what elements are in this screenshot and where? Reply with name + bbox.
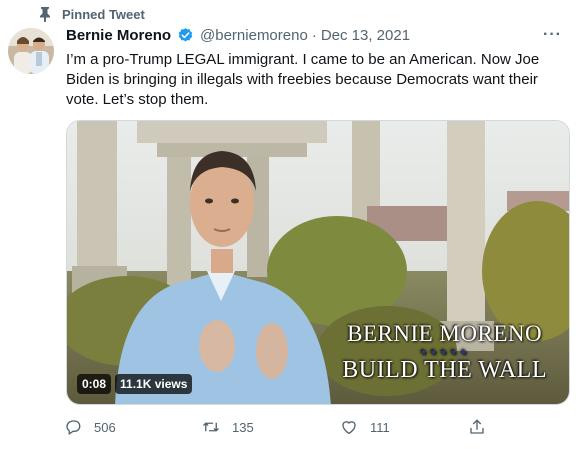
- video-duration: 0:08: [77, 374, 112, 394]
- overlay-slogan: BUILD THE WALL: [342, 357, 547, 383]
- tweet-text: I’m a pro-Trump LEGAL immigrant. I came …: [66, 51, 544, 108]
- like-icon: [342, 421, 356, 435]
- reply-button[interactable]: 506: [64, 418, 202, 436]
- overlay-stars: ★★★★★: [419, 347, 470, 357]
- like-count: 111: [370, 419, 390, 435]
- like-button[interactable]: 111: [340, 418, 468, 436]
- reply-count: 506: [94, 419, 116, 435]
- video-player[interactable]: BERNIE MORENO ★★★★★ BUILD THE WALL 0:08 …: [66, 120, 570, 405]
- avatar-image: [8, 28, 54, 74]
- tweet-header: Bernie Moreno @berniemoreno · Dec 13, 20…: [66, 27, 410, 44]
- retweet-icon: [203, 422, 219, 432]
- overlay-name: BERNIE MORENO: [347, 321, 543, 346]
- share-button[interactable]: [468, 418, 486, 436]
- video-badges: 0:08 11.1K views: [77, 374, 193, 394]
- author-handle[interactable]: @berniemoreno: [200, 27, 308, 44]
- separator-dot: ·: [311, 27, 317, 44]
- video-overlay-title: BERNIE MORENO ★★★★★ BUILD THE WALL: [342, 321, 547, 384]
- tweet-actions: 506 135 111: [64, 418, 504, 436]
- pinned-label: Pinned Tweet: [62, 6, 145, 22]
- author-name[interactable]: Bernie Moreno: [66, 27, 171, 44]
- video-views: 11.1K views: [115, 374, 193, 394]
- verified-icon: [178, 28, 193, 42]
- pinned-indicator: Pinned Tweet: [38, 6, 145, 22]
- share-icon: [470, 419, 484, 434]
- avatar[interactable]: [8, 28, 54, 74]
- retweet-button[interactable]: 135: [202, 418, 340, 436]
- more-icon[interactable]: ···: [543, 26, 562, 44]
- tweet-date[interactable]: Dec 13, 2021: [321, 27, 410, 44]
- reply-icon: [66, 420, 81, 435]
- pin-icon: [40, 7, 50, 22]
- retweet-count: 135: [232, 419, 254, 435]
